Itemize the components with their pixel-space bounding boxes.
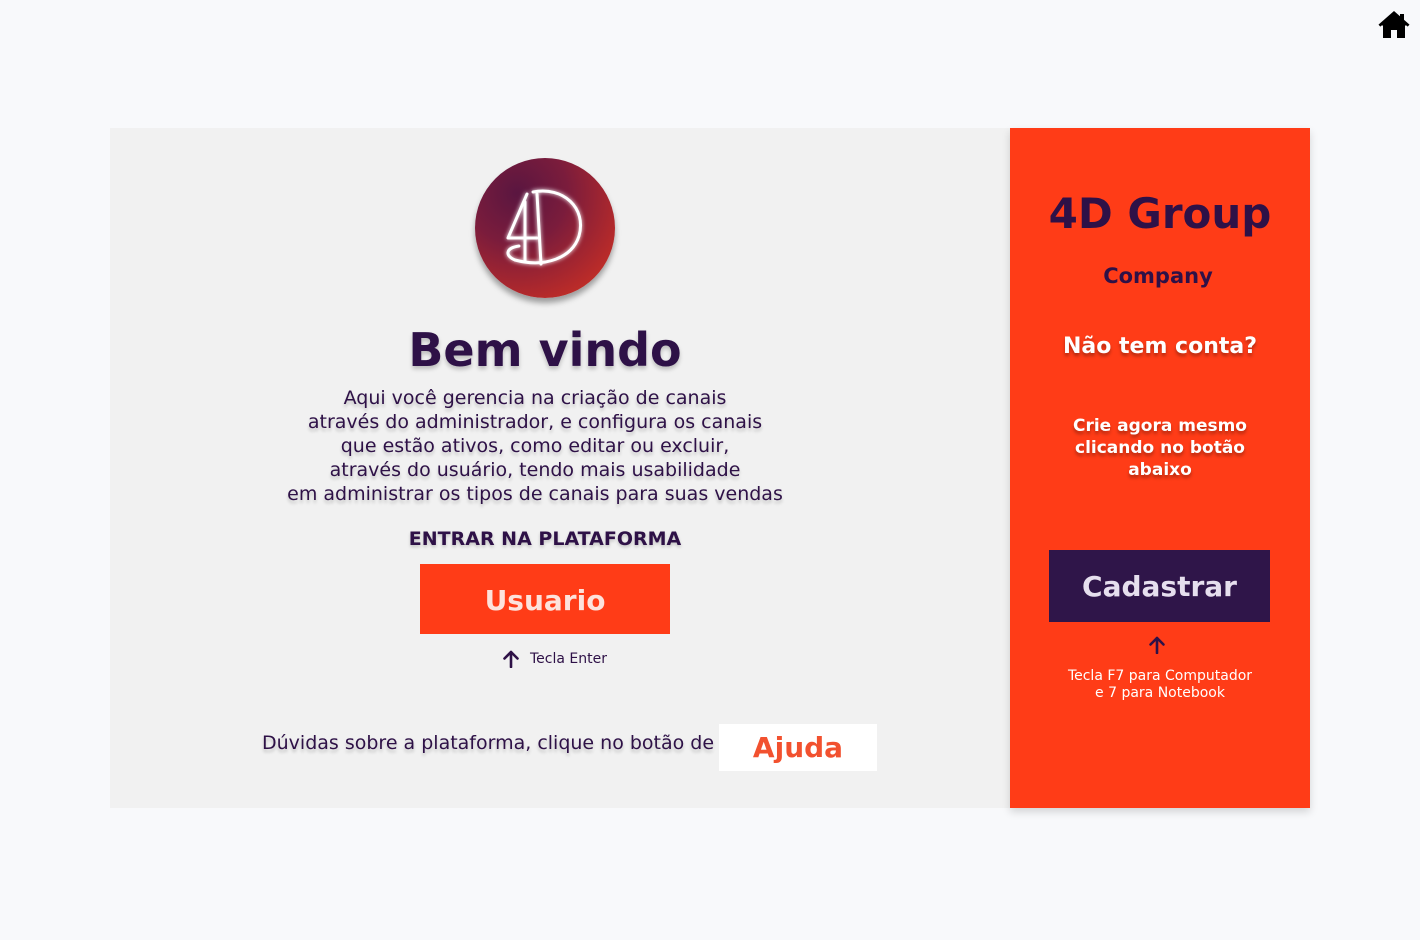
home-icon xyxy=(1378,10,1410,40)
enter-key-hint: Tecla Enter xyxy=(502,650,607,668)
register-key-hint: Tecla F7 para Computador e 7 para Notebo… xyxy=(1050,668,1270,702)
home-button[interactable] xyxy=(1378,10,1410,40)
description-line: através do administrador, e configura os… xyxy=(307,411,763,433)
brand-subtitle: Company xyxy=(1103,264,1213,288)
help-button[interactable]: Ajuda xyxy=(719,724,877,771)
arrow-up-icon xyxy=(502,650,520,668)
register-hint-line: Tecla F7 para Computador xyxy=(1067,668,1253,684)
login-panel: Bem vindo Aqui você gerencia na criação … xyxy=(110,128,1010,808)
description-line: Aqui você gerencia na criação de canais xyxy=(343,387,727,409)
description-line: que estão ativos, como editar ou excluir… xyxy=(340,435,730,457)
create-account-text: Crie agora mesmo clicando no botão abaix… xyxy=(1070,415,1250,481)
welcome-title: Bem vindo xyxy=(408,323,682,377)
enter-hint-label: Tecla Enter xyxy=(530,651,607,667)
create-text-line: clicando no botão xyxy=(1075,438,1245,458)
signup-panel: 4D Group Company Não tem conta? Crie ago… xyxy=(1010,128,1310,808)
main-card: Bem vindo Aqui você gerencia na criação … xyxy=(110,128,1310,808)
register-button[interactable]: Cadastrar xyxy=(1049,550,1270,622)
user-login-button[interactable]: Usuario xyxy=(420,564,670,634)
create-text-line: Crie agora mesmo xyxy=(1073,416,1247,436)
description-line: através do usuário, tendo mais usabilida… xyxy=(329,459,741,481)
welcome-description: Aqui você gerencia na criação de canais … xyxy=(250,386,820,506)
description-line: em administrar os tipos de canais para s… xyxy=(287,483,783,505)
enter-platform-label: ENTRAR NA PLATAFORMA xyxy=(408,528,682,550)
brand-title: 4D Group xyxy=(1048,189,1272,238)
help-text: Dúvidas sobre a plataforma, clique no bo… xyxy=(262,732,715,754)
4d-logo-icon xyxy=(475,158,615,298)
no-account-heading: Não tem conta? xyxy=(1063,334,1257,359)
register-hint-line: e 7 para Notebook xyxy=(1095,685,1225,701)
arrow-up-icon xyxy=(1148,636,1166,654)
create-text-line: abaixo xyxy=(1128,460,1192,480)
